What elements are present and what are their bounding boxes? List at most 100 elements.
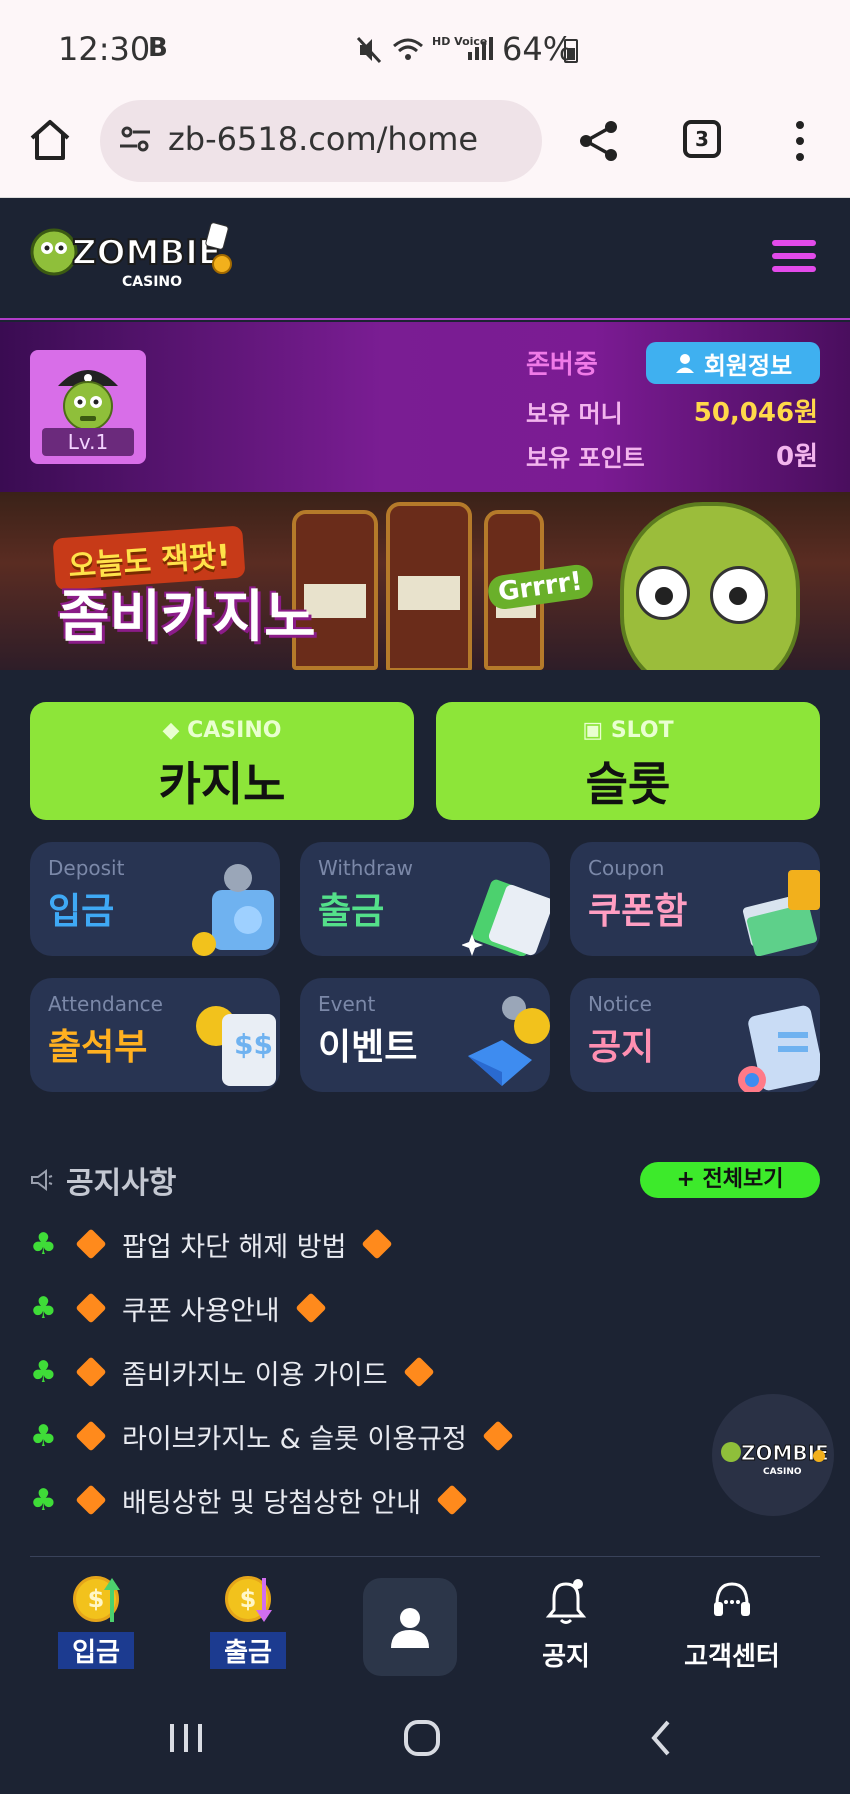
orange-diamond-icon [403, 1356, 435, 1388]
back-icon[interactable] [648, 1718, 674, 1758]
bell-icon [545, 1579, 587, 1624]
floating-logo-button[interactable]: ZOMBIE CASINO [712, 1394, 834, 1516]
pirate-zombie-icon [58, 370, 118, 431]
notice-item-text: 좀비카지노 이용 가이드 [122, 1359, 388, 1391]
slot-machine-graphic [386, 502, 472, 670]
notice-item[interactable]: ♣ 라이브카지노 & 슬롯 이용규정 [30, 1416, 515, 1456]
profile-panel: Lv.1 존버중 회원정보 보유 머니 50,046원 보유 포인트 0원 [0, 322, 850, 492]
arrow-up-icon [104, 1578, 120, 1622]
coupon-stack-icon [742, 870, 820, 956]
orange-diamond-icon [361, 1228, 394, 1260]
banner-title: 좀비카지노 [58, 585, 316, 650]
more-menu-icon[interactable] [790, 118, 810, 164]
document-icon [738, 1005, 820, 1092]
member-info-button[interactable]: 회원정보 [646, 342, 820, 384]
my-page-button[interactable] [363, 1578, 457, 1676]
orange-diamond-icon [295, 1292, 327, 1324]
share-icon[interactable] [576, 118, 622, 164]
notice-item[interactable]: ♣ 좀비카지노 이용 가이드 [30, 1352, 436, 1392]
attendance-ko-label: 출석부 [48, 1027, 148, 1068]
username: 존버중 [526, 350, 598, 380]
wifi-icon [393, 38, 423, 60]
level-badge: Lv.1 [42, 428, 134, 456]
home-nav-icon[interactable] [402, 1718, 442, 1758]
tab-switcher-button[interactable]: 3 [683, 120, 721, 158]
user-icon [675, 354, 694, 373]
orange-diamond-icon [436, 1484, 468, 1516]
event-tile[interactable]: Event 이벤트 [300, 978, 550, 1092]
zombie-mascot [620, 502, 800, 670]
withdraw-en-label: Withdraw [318, 856, 413, 880]
browser-toolbar: zb-6518.com/home 3 [0, 100, 850, 198]
nav-withdraw[interactable]: $ 출금 [210, 1576, 286, 1669]
notice-heading-text: 공지사항 [66, 1166, 177, 1201]
svg-text:CASINO: CASINO [763, 1467, 802, 1477]
nav-notice-label: 공지 [542, 1642, 590, 1672]
attendance-tile[interactable]: Attendance 출석부 $$ [30, 978, 280, 1092]
recent-apps-icon[interactable] [166, 1720, 206, 1756]
coupon-ko-label: 쿠폰함 [588, 891, 688, 932]
club-icon: ♣ [30, 1482, 57, 1518]
android-nav-bar [0, 1690, 850, 1794]
notice-item-text: 쿠폰 사용안내 [122, 1295, 280, 1327]
deposit-ko-label: 입금 [48, 891, 115, 932]
money-label: 보유 머니 [526, 400, 623, 428]
notice-item[interactable]: ♣ 팝업 차단 해제 방법 [30, 1224, 394, 1264]
slot-button[interactable]: ▣ SLOT 슬롯 [436, 702, 820, 820]
zombie-casino-logo[interactable]: ZOMBIE CASINO [30, 216, 240, 296]
svg-text:CASINO: CASINO [122, 274, 182, 290]
notice-item[interactable]: ♣ 배팅상한 및 당첨상한 안내 [30, 1480, 469, 1520]
casino-label: 카지노 [158, 757, 286, 811]
svg-text:$$: $$ [234, 1028, 273, 1061]
view-all-button[interactable]: + 전체보기 [640, 1162, 820, 1198]
slot-label: 슬롯 [585, 757, 671, 811]
bottom-nav: $ 입금 $ 출금 공지 고객센터 [0, 1558, 850, 1690]
headset-icon [714, 1582, 750, 1616]
megaphone-icon [31, 1169, 53, 1191]
event-en-label: Event [318, 992, 376, 1016]
site-settings-icon[interactable] [118, 122, 152, 156]
home-icon[interactable] [26, 116, 74, 164]
casino-sub-label: ◆ CASINO [162, 718, 282, 743]
notice-ko-label: 공지 [588, 1027, 655, 1068]
notice-item[interactable]: ♣ 쿠폰 사용안내 [30, 1288, 328, 1328]
withdraw-ko-label: 출금 [318, 891, 385, 932]
mute-icon [356, 36, 382, 64]
nav-deposit-label: 입금 [58, 1632, 134, 1669]
slot-sub-label: ▣ SLOT [582, 718, 674, 743]
casino-button[interactable]: ◆ CASINO 카지노 [30, 702, 414, 820]
battery-icon [564, 39, 578, 63]
notice-section-heading: 공지사항 [30, 1158, 176, 1202]
orange-diamond-icon [75, 1484, 107, 1516]
deposit-tile[interactable]: Deposit 입금 [30, 842, 280, 956]
status-bar: 12:30 B HD Voice 64% [0, 0, 850, 100]
orange-diamond-icon [75, 1356, 107, 1388]
arrow-down-icon [256, 1578, 272, 1622]
gift-box-icon [468, 996, 550, 1086]
withdraw-tile[interactable]: Withdraw 출금 [300, 842, 550, 956]
coupon-tile[interactable]: Coupon 쿠폰함 [570, 842, 820, 956]
battery-percent: 64% [502, 30, 574, 68]
nav-deposit[interactable]: $ 입금 [58, 1576, 134, 1669]
notice-item-text: 배팅상한 및 당첨상한 안내 [122, 1487, 421, 1519]
signal-icon [468, 37, 493, 60]
avatar[interactable]: Lv.1 [30, 350, 146, 464]
nav-support[interactable]: 고객센터 [672, 1576, 792, 1673]
address-bar[interactable]: zb-6518.com/home [100, 100, 542, 182]
hamburger-menu-icon[interactable] [772, 240, 816, 274]
url-text[interactable]: zb-6518.com/home [168, 120, 478, 158]
member-info-label: 회원정보 [703, 351, 793, 380]
coupon-en-label: Coupon [588, 856, 665, 880]
notice-en-label: Notice [588, 992, 652, 1016]
event-ko-label: 이벤트 [318, 1027, 418, 1068]
promo-banner[interactable]: 오늘도 잭팟! 좀비카지노 Grrrr! [0, 492, 850, 670]
user-icon [391, 1608, 429, 1648]
nav-notice[interactable]: 공지 [532, 1576, 600, 1673]
nav-support-label: 고객센터 [684, 1642, 780, 1672]
points-label: 보유 포인트 [526, 444, 645, 472]
money-value: 50,046원 [693, 398, 818, 428]
attendance-en-label: Attendance [48, 992, 163, 1016]
notice-tile[interactable]: Notice 공지 [570, 978, 820, 1092]
site-header: ZOMBIE CASINO [0, 198, 850, 320]
calendar-coin-icon: $$ [196, 1006, 276, 1086]
